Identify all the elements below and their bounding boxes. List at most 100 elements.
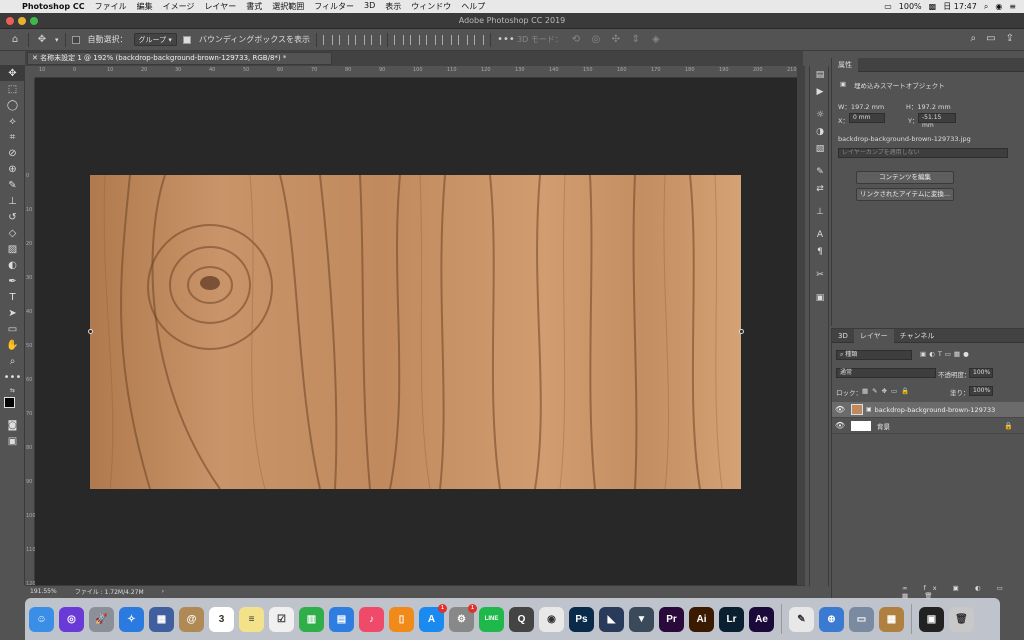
dock-after-effects-icon[interactable]: Ae bbox=[749, 606, 774, 632]
quick-select-tool-icon[interactable]: ⟡ bbox=[0, 113, 25, 129]
search-icon[interactable]: ⌕ bbox=[984, 2, 988, 12]
transform-handle-left[interactable] bbox=[88, 329, 93, 334]
zoom-window-button[interactable] bbox=[30, 17, 38, 25]
dock-app-store-icon[interactable]: A1 bbox=[419, 603, 447, 632]
healing-brush-tool-icon[interactable]: ⊕ bbox=[0, 161, 25, 177]
transform-handle-right[interactable] bbox=[739, 329, 744, 334]
dock-trash-icon[interactable]: 🗑 bbox=[949, 606, 974, 632]
visibility-eye-icon[interactable]: 👁 bbox=[832, 421, 848, 430]
width-value[interactable]: W：197.2 mm bbox=[838, 101, 884, 111]
scale-3d-icon[interactable]: ◈ bbox=[649, 34, 663, 45]
align-bottom-icon[interactable] bbox=[355, 34, 366, 45]
lock-icons[interactable]: ▦✎✥▭🔒 bbox=[862, 387, 913, 395]
status-menu-chevron-icon[interactable]: › bbox=[162, 588, 164, 595]
dock-safari-icon[interactable]: ✧ bbox=[119, 606, 144, 632]
menu-item-6[interactable]: フィルター bbox=[314, 1, 354, 12]
dock-music-icon[interactable]: ♪ bbox=[359, 606, 384, 632]
orbit-3d-icon[interactable]: ⟲ bbox=[569, 34, 583, 45]
dock-launchpad-icon[interactable]: 🚀 bbox=[89, 606, 114, 632]
edit-toolbar-icon[interactable]: ••• bbox=[0, 369, 25, 385]
dock-contacts-icon[interactable]: @ bbox=[179, 606, 204, 632]
vertical-scrollbar[interactable] bbox=[797, 66, 805, 585]
dock-line-icon[interactable]: LINE bbox=[479, 606, 504, 632]
height-value[interactable]: H：197.2 mm bbox=[906, 101, 951, 111]
dock-preview-icon[interactable]: ▦ bbox=[149, 606, 174, 632]
input-flag-icon[interactable]: ▩ bbox=[929, 2, 937, 11]
move-tool-preset-icon[interactable]: ✥ bbox=[35, 34, 49, 45]
distribute-spacing-icon[interactable] bbox=[458, 34, 469, 45]
styles-icon[interactable]: ◑ bbox=[810, 123, 830, 140]
convert-to-linked-button[interactable]: リンクされたアイテムに変換... bbox=[856, 188, 954, 201]
tab-3d[interactable]: 3D bbox=[832, 329, 854, 343]
dock-network-icon[interactable]: ⊕ bbox=[819, 606, 844, 632]
distribute-h-icon[interactable] bbox=[442, 34, 453, 45]
edit-contents-button[interactable]: コンテンツを編集 bbox=[856, 171, 954, 184]
brush-settings-icon[interactable]: ✎ bbox=[810, 163, 830, 180]
zoom-tool-icon[interactable]: ⌕ bbox=[0, 353, 25, 369]
align-hcenter-icon[interactable] bbox=[410, 34, 421, 45]
distribute-icon[interactable] bbox=[371, 34, 382, 45]
layer-name[interactable]: backdrop-background-brown-129733 bbox=[875, 406, 996, 414]
dock-numbers-icon[interactable]: ▥ bbox=[299, 606, 324, 632]
minimize-window-button[interactable] bbox=[18, 17, 26, 25]
auto-select-checkbox[interactable] bbox=[71, 35, 82, 44]
roll-3d-icon[interactable]: ◎ bbox=[589, 34, 603, 45]
lasso-tool-icon[interactable]: ◯ bbox=[0, 97, 25, 113]
bounding-box-checkbox[interactable] bbox=[182, 35, 193, 44]
hand-tool-icon[interactable]: ✋ bbox=[0, 337, 25, 353]
tool-preset-chevron-icon[interactable]: ▾ bbox=[55, 36, 59, 44]
marquee-tool-icon[interactable]: ⬚ bbox=[0, 81, 25, 97]
dock-reminders-icon[interactable]: ☑ bbox=[269, 606, 294, 632]
visibility-eye-icon[interactable]: 👁 bbox=[832, 405, 848, 414]
dock-calendar-icon[interactable]: 3 bbox=[209, 606, 234, 632]
slide-3d-icon[interactable]: ⇕ bbox=[629, 34, 643, 45]
eraser-tool-icon[interactable]: ◇ bbox=[0, 225, 25, 241]
dock-keynote-icon[interactable]: ▤ bbox=[329, 606, 354, 632]
actions-play-icon[interactable]: ▶ bbox=[810, 83, 830, 100]
tab-channels[interactable]: チャンネル bbox=[894, 329, 941, 343]
dock-books-icon[interactable]: ▯ bbox=[389, 606, 414, 632]
dock-script-editor-icon[interactable]: ✎ bbox=[789, 606, 814, 632]
clock[interactable]: 日 17:47 bbox=[943, 1, 977, 12]
character-icon[interactable]: A bbox=[810, 226, 830, 243]
opacity-field[interactable]: 100% bbox=[969, 368, 993, 378]
pen-tool-icon[interactable]: ✒ bbox=[0, 273, 25, 289]
screen-mode-icon[interactable]: ▣ bbox=[0, 433, 25, 449]
eyedropper-tool-icon[interactable]: ⊘ bbox=[0, 145, 25, 161]
brush-tool-icon[interactable]: ✎ bbox=[0, 177, 25, 193]
menu-item-2[interactable]: イメージ bbox=[163, 1, 195, 12]
menu-item-5[interactable]: 選択範囲 bbox=[272, 1, 304, 12]
menu-item-9[interactable]: ウィンドウ bbox=[411, 1, 451, 12]
stamp-panel-icon[interactable]: ⊥ bbox=[810, 203, 830, 220]
history-brush-tool-icon[interactable]: ↺ bbox=[0, 209, 25, 225]
dock-archive-icon[interactable]: ▦ bbox=[879, 606, 904, 632]
dodge-tool-icon[interactable]: ◐ bbox=[0, 257, 25, 273]
blend-mode-select[interactable]: 通常 bbox=[836, 368, 936, 378]
vertical-ruler[interactable]: 0 10 20 30 40 50 60 70 80 90 100 110 120 bbox=[25, 78, 36, 587]
menu-item-1[interactable]: 編集 bbox=[137, 1, 153, 12]
dock-chrome-icon[interactable]: ◉ bbox=[539, 606, 564, 632]
document-tab[interactable]: ✕ 名称未設定 1 @ 192% (backdrop-background-br… bbox=[27, 52, 332, 65]
close-window-button[interactable] bbox=[6, 17, 14, 25]
more-options-icon[interactable]: ••• bbox=[497, 34, 515, 45]
x-field[interactable]: 0 mm bbox=[849, 113, 885, 123]
tool-presets-icon[interactable]: ✂ bbox=[810, 266, 830, 283]
gradient-tool-icon[interactable]: ▨ bbox=[0, 241, 25, 257]
menu-item-7[interactable]: 3D bbox=[364, 1, 375, 12]
crop-tool-icon[interactable]: ⌗ bbox=[0, 129, 25, 145]
search-icon[interactable]: ⌕ bbox=[971, 33, 977, 44]
move-tool-icon[interactable]: ✥ bbox=[0, 65, 25, 81]
dock-notes-icon[interactable]: ≡ bbox=[239, 606, 264, 632]
align-right-icon[interactable] bbox=[426, 34, 437, 45]
menu-item-3[interactable]: レイヤー bbox=[204, 1, 236, 12]
align-left-icon[interactable] bbox=[394, 34, 405, 45]
user-icon[interactable]: ◉ bbox=[995, 2, 1002, 11]
clone-source-icon[interactable]: ⇄ bbox=[810, 180, 830, 197]
workspace-icon[interactable]: ▭ bbox=[986, 33, 995, 44]
file-info[interactable]: ファイル : 1.72M/4.27M bbox=[75, 587, 144, 596]
adjustments-icon[interactable]: ☼ bbox=[810, 106, 830, 123]
dock-siri-icon[interactable]: ◎ bbox=[59, 606, 84, 632]
menu-list-icon[interactable]: ≡ bbox=[1009, 2, 1016, 11]
dock-lightroom-icon[interactable]: Lr bbox=[719, 606, 744, 632]
layer-name[interactable]: 背景 bbox=[877, 421, 890, 431]
